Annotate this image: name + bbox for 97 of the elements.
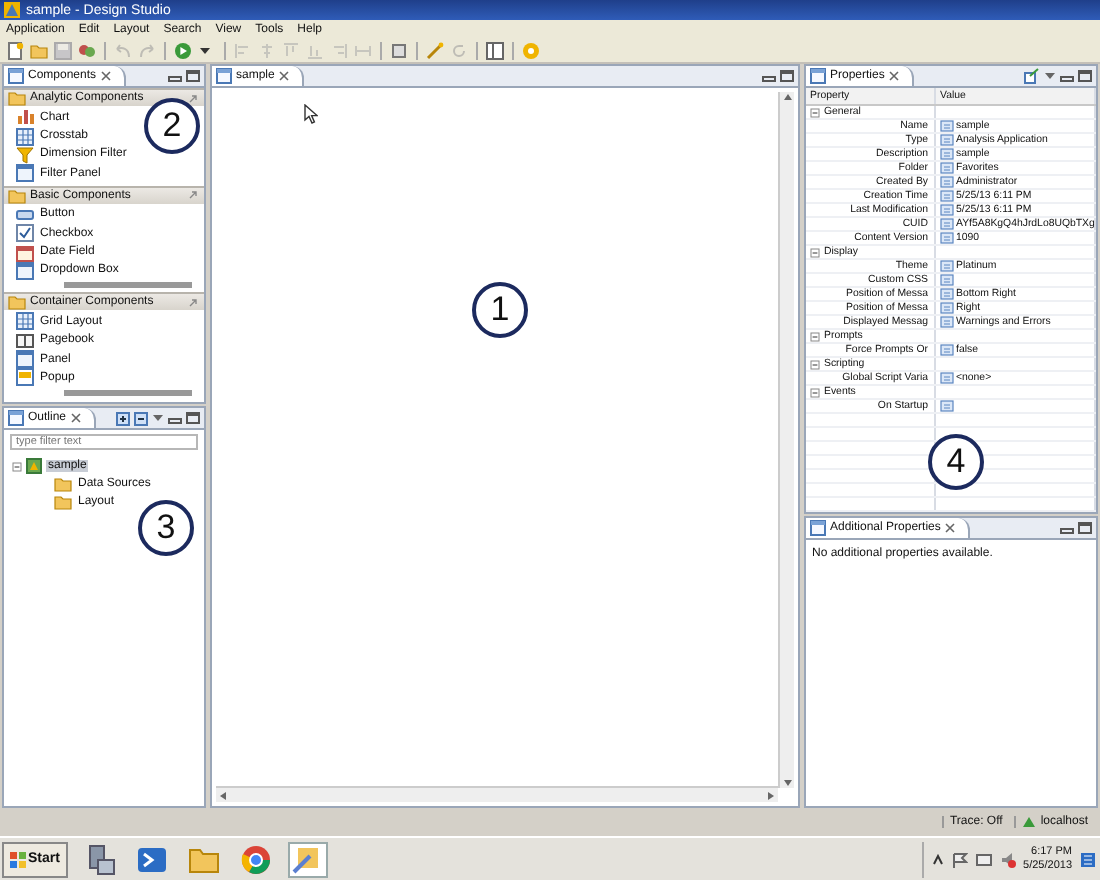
calendar-icon [16,243,34,262]
maximize-icon[interactable] [1078,522,1092,534]
callout-number: 3 [138,500,194,556]
scroll-up-icon[interactable] [781,92,793,102]
callout-number: 1 [472,282,528,338]
maximize-icon[interactable] [780,70,794,82]
value-field-icon[interactable] [940,344,954,356]
collapse-all-icon[interactable] [134,411,148,425]
value-field-icon[interactable] [940,204,954,216]
bar-chart-icon [16,108,34,127]
flag-icon[interactable] [951,851,968,867]
expand-all-icon[interactable] [116,411,130,425]
expand-toggle-icon[interactable] [810,387,820,397]
expand-toggle-icon[interactable] [810,359,820,369]
callout-number: 2 [144,98,200,154]
close-icon[interactable] [100,70,113,82]
expand-toggle-icon[interactable] [12,461,22,471]
close-icon[interactable] [888,70,901,82]
save-icon[interactable] [54,41,72,59]
value-field-icon[interactable] [940,288,954,300]
maximize-icon[interactable] [1078,70,1092,82]
refresh-icon[interactable] [450,41,468,59]
wand-icon[interactable] [426,41,444,59]
pin-icon[interactable] [188,297,198,308]
layout-icon[interactable] [486,41,504,59]
terminal-icon [135,843,168,875]
maximize-icon[interactable] [186,70,200,82]
application-icon [26,458,42,474]
mouse-pointer-icon [304,104,318,124]
expand-toggle-icon[interactable] [810,331,820,341]
checkbox-icon [16,224,34,243]
value-field-icon[interactable] [940,316,954,328]
funnel-icon [16,145,34,164]
design-canvas[interactable]: 1 [212,88,798,806]
value-field-icon[interactable] [940,120,954,132]
undo-icon[interactable] [114,41,132,59]
minimize-icon[interactable] [1060,70,1074,82]
scrollbar[interactable] [216,786,778,802]
puzzle-icon[interactable] [78,41,96,59]
window-icon [16,261,34,280]
value-field-icon[interactable] [940,134,954,146]
view-menu-icon[interactable] [1044,70,1056,82]
grid-icon [16,127,34,146]
folder-icon [8,294,26,311]
value-field-icon[interactable] [940,400,954,412]
grid-icon [16,312,34,331]
scroll-right-icon[interactable] [766,789,776,801]
taskbar-button[interactable] [287,841,328,877]
speaker-icon[interactable] [999,851,1016,867]
scrollbar[interactable] [778,92,794,788]
value-field-icon[interactable] [940,260,954,272]
new-file-icon[interactable] [6,41,24,59]
browser-icon [239,843,272,875]
value-field-icon[interactable] [940,302,954,314]
help-icon[interactable] [522,41,540,59]
value-field-icon[interactable] [940,162,954,174]
scroll-thumb[interactable] [64,389,192,396]
callout-number: 4 [928,434,984,490]
close-icon[interactable] [278,70,291,82]
window-icon [16,350,34,369]
run-icon[interactable] [174,41,192,59]
view-menu-icon[interactable] [152,412,164,424]
value-field-icon[interactable] [940,372,954,384]
monitor-icon[interactable] [975,851,992,867]
pin-icon[interactable] [188,190,198,201]
maximize-icon[interactable] [186,412,200,424]
value-field-icon[interactable] [940,232,954,244]
triangle-icon [1022,816,1037,828]
popup-icon [16,368,34,387]
scroll-left-icon[interactable] [218,789,228,801]
redo-icon[interactable] [138,41,156,59]
expand-toggle-icon[interactable] [810,247,820,257]
button-icon [16,205,34,224]
minimize-icon[interactable] [168,412,182,424]
value-field-icon[interactable] [940,274,954,286]
server-icon [83,843,116,875]
value-field-icon[interactable] [940,190,954,202]
window-icon [16,164,34,183]
pin-view-icon[interactable] [1024,68,1040,84]
pin-icon[interactable] [188,93,198,103]
close-icon[interactable] [944,522,957,534]
book-icon [16,331,34,350]
value-field-icon[interactable] [940,176,954,188]
value-field-icon[interactable] [940,148,954,160]
scroll-down-icon[interactable] [781,778,793,788]
scroll-thumb[interactable] [64,282,192,289]
expand-toggle-icon[interactable] [810,107,820,117]
close-icon[interactable] [70,412,83,424]
minimize-icon[interactable] [762,70,776,82]
minimize-icon[interactable] [168,70,182,82]
show-desktop-icon[interactable] [1080,851,1096,867]
resize-icon[interactable] [390,41,408,59]
value-field-icon[interactable] [940,218,954,230]
app-icon [4,2,20,18]
folder-icon [8,187,26,204]
folder-icon [187,843,220,875]
minimize-icon[interactable] [1060,522,1074,534]
